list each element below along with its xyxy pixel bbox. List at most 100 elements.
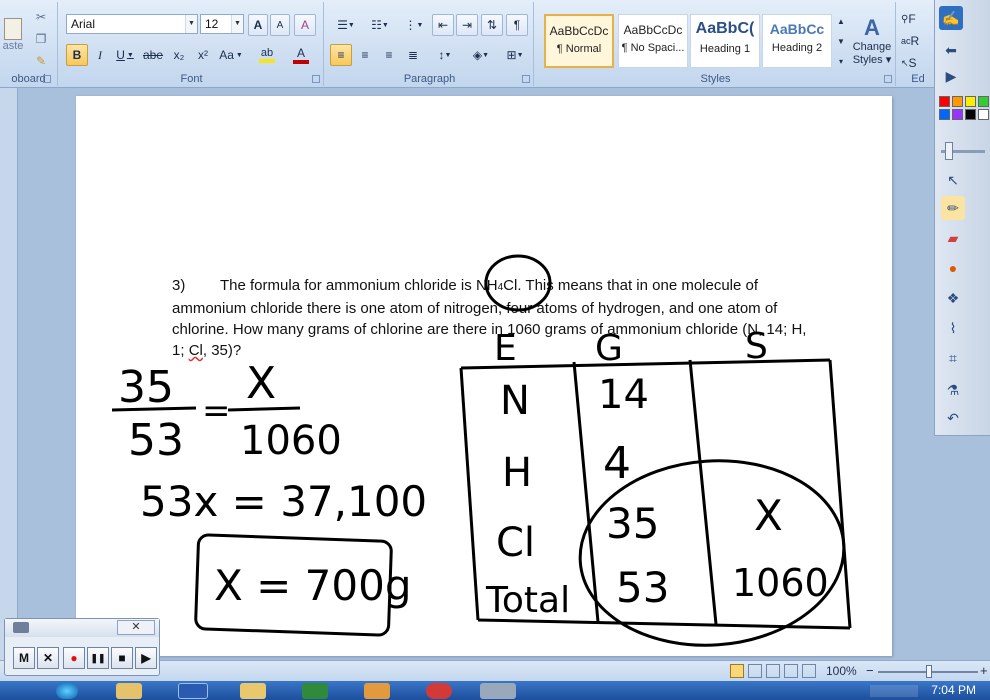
document-page[interactable] <box>76 96 892 656</box>
outline-icon[interactable] <box>784 664 798 678</box>
swatch-blue[interactable] <box>939 109 950 120</box>
paragraph-launcher[interactable] <box>522 75 530 83</box>
pen-mode-button[interactable]: ✍ <box>939 6 963 30</box>
styles-scroll-up-button[interactable]: ▲ <box>834 12 848 30</box>
clipboard-launcher[interactable] <box>43 75 51 83</box>
chevron-down-icon[interactable]: ▼ <box>482 52 489 59</box>
bold-button[interactable]: B <box>66 44 88 66</box>
highlight-button[interactable]: ab <box>252 44 282 66</box>
chevron-down-icon[interactable]: ▼ <box>348 22 355 29</box>
swatch-black[interactable] <box>965 109 976 120</box>
font-name-combo[interactable]: Arial ▼ <box>66 14 198 34</box>
find-button[interactable]: ⚲ F <box>900 8 936 30</box>
strikethrough-button[interactable]: abe <box>140 44 166 66</box>
pen-width-thumb[interactable] <box>945 142 953 160</box>
chevron-down-icon[interactable]: ▼ <box>185 15 197 33</box>
style-heading-2[interactable]: AaBbCc Heading 2 <box>762 14 832 68</box>
stop-button[interactable]: ■ <box>111 647 133 669</box>
recorder-titlebar[interactable]: ✕ <box>5 619 159 637</box>
style-no-spacing[interactable]: AaBbCcDc ¶ No Spaci... <box>618 14 688 68</box>
replace-button[interactable]: ac R <box>900 30 936 52</box>
clock[interactable]: 7:04 PM <box>931 683 976 697</box>
folder-taskbar-icon[interactable] <box>240 683 266 699</box>
style-heading-1[interactable]: AaBbC( Heading 1 <box>690 14 760 68</box>
full-screen-icon[interactable] <box>748 664 762 678</box>
paste-button[interactable]: aste <box>0 6 26 64</box>
swatch-orange[interactable] <box>952 96 963 107</box>
align-left-button[interactable]: ≡ <box>330 44 352 66</box>
chevron-down-icon[interactable]: ▼ <box>382 22 389 29</box>
undo-button[interactable]: ↶ <box>941 406 965 430</box>
format-painter-button[interactable]: ✎ <box>30 50 52 72</box>
font-launcher[interactable] <box>312 75 320 83</box>
pause-button[interactable]: ❚❚ <box>87 647 109 669</box>
select-tool-button[interactable]: ↖ <box>941 168 965 192</box>
messenger-taskbar-icon[interactable] <box>364 683 390 699</box>
copy-button[interactable]: ❐ <box>30 28 52 50</box>
clear-ink-button[interactable]: ⌇ <box>941 316 965 340</box>
excel-taskbar-icon[interactable] <box>302 683 328 699</box>
show-formatting-button[interactable]: ¶ <box>506 14 528 36</box>
swatch-yellow[interactable] <box>965 96 976 107</box>
shapes-button[interactable]: ❖ <box>941 286 965 310</box>
zoom-slider-thumb[interactable] <box>926 665 932 678</box>
explorer-taskbar-icon[interactable] <box>116 683 142 699</box>
shading-button[interactable]: ◈ ▼ <box>466 44 496 66</box>
chevron-down-icon[interactable]: ▼ <box>236 52 243 59</box>
zoom-in-button[interactable]: + <box>980 663 988 678</box>
chevron-down-icon[interactable]: ▼ <box>417 22 424 29</box>
chevron-down-icon[interactable]: ▼ <box>231 15 243 33</box>
chevron-down-icon[interactable]: ▼ <box>445 52 452 59</box>
chevron-down-icon[interactable]: ▼ <box>127 52 134 59</box>
styles-more-button[interactable]: ▾ <box>834 52 848 70</box>
subscript-button[interactable]: x₂ <box>168 44 190 66</box>
change-styles-button[interactable]: A Change Styles ▾ <box>850 8 894 72</box>
print-layout-icon[interactable] <box>730 664 744 678</box>
underline-button[interactable]: U ▼ <box>112 44 138 66</box>
sort-button[interactable]: ⇅ <box>481 14 503 36</box>
numbering-button[interactable]: ☷ ▼ <box>364 14 396 36</box>
align-right-button[interactable]: ≡ <box>378 44 400 66</box>
word-taskbar-icon[interactable] <box>178 683 208 699</box>
bullets-button[interactable]: ☰ ▼ <box>330 14 362 36</box>
multilevel-list-button[interactable]: ⋮ ▼ <box>398 14 430 36</box>
cut-button[interactable]: ✂ <box>30 6 52 28</box>
zoom-out-button[interactable]: − <box>866 663 874 678</box>
font-size-combo[interactable]: 12 ▼ <box>200 14 244 34</box>
clear-formatting-button[interactable]: A <box>294 14 316 36</box>
align-center-button[interactable]: ≡ <box>354 44 376 66</box>
swatch-purple[interactable] <box>952 109 963 120</box>
zoom-level[interactable]: 100% <box>826 664 857 678</box>
draft-icon[interactable] <box>802 664 816 678</box>
recorder-menu-button[interactable]: M <box>13 647 35 669</box>
select-button[interactable]: ↖ S <box>900 52 936 74</box>
record-button[interactable]: ● <box>63 647 85 669</box>
chevron-down-icon[interactable]: ▼ <box>517 52 524 59</box>
line-spacing-button[interactable]: ↕ ▼ <box>430 44 460 66</box>
decrease-indent-button[interactable]: ⇤ <box>432 14 454 36</box>
shrink-font-button[interactable]: A <box>270 14 290 36</box>
swatch-red[interactable] <box>939 96 950 107</box>
highlighter-tool-button[interactable]: ● <box>941 256 965 280</box>
superscript-button[interactable]: x² <box>192 44 214 66</box>
italic-button[interactable]: I <box>89 44 111 66</box>
web-layout-icon[interactable] <box>766 664 780 678</box>
app-taskbar-icon[interactable] <box>426 683 452 699</box>
pen-width-slider[interactable] <box>941 130 985 160</box>
swatch-green[interactable] <box>978 96 989 107</box>
play-button[interactable]: ▶ <box>939 64 963 88</box>
eraser-button[interactable]: ▰ <box>941 226 965 250</box>
swatch-white[interactable] <box>978 109 989 120</box>
borders-button[interactable]: ⊞ ▼ <box>500 44 530 66</box>
styles-scroll-down-button[interactable]: ▼ <box>834 32 848 50</box>
font-color-button[interactable]: A <box>286 44 316 66</box>
recorder-taskbar-icon[interactable] <box>480 683 516 699</box>
spelling-error-word[interactable]: Cl <box>189 342 203 359</box>
change-case-button[interactable]: Aa ▼ <box>216 44 246 66</box>
start-orb-icon[interactable] <box>56 683 78 699</box>
grow-font-button[interactable]: A <box>248 14 268 36</box>
justify-button[interactable]: ≣ <box>402 44 424 66</box>
bottle-button[interactable]: ⚗ <box>941 378 965 402</box>
back-button[interactable]: ⬅ <box>939 38 963 62</box>
increase-indent-button[interactable]: ⇥ <box>456 14 478 36</box>
